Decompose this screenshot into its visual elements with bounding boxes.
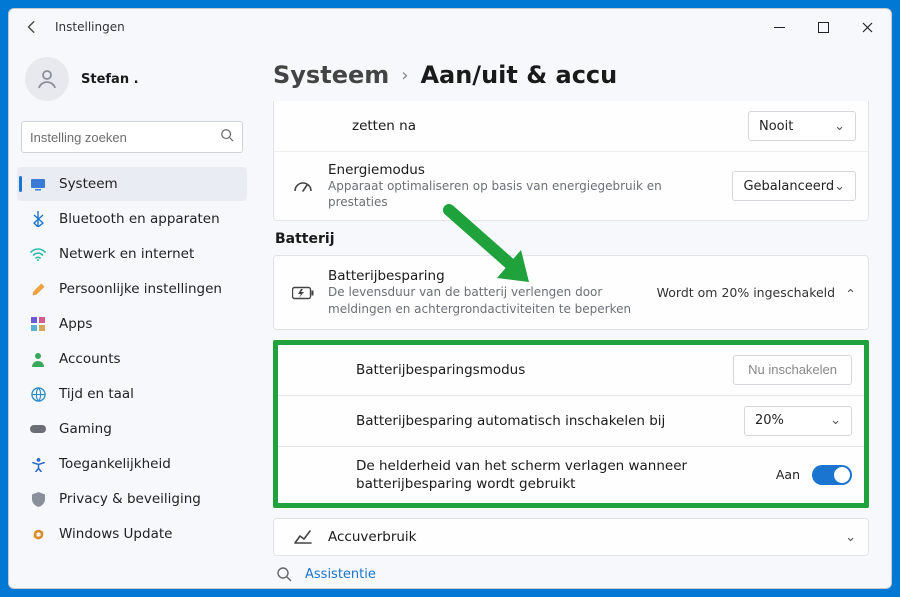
sidebar-item-label: Netwerk en internet bbox=[59, 246, 194, 262]
globe-icon bbox=[29, 385, 47, 403]
brightness-toggle[interactable] bbox=[812, 465, 852, 485]
sidebar-item-systeem[interactable]: Systeem bbox=[17, 167, 247, 201]
account-header[interactable]: Stefan . bbox=[17, 51, 247, 115]
row-label: De helderheid van het scherm verlagen wa… bbox=[356, 457, 766, 493]
sidebar-item-persoonlijk[interactable]: Persoonlijke instellingen bbox=[17, 272, 247, 306]
breadcrumb-parent[interactable]: Systeem bbox=[273, 61, 389, 89]
screen-off-dropdown[interactable]: Nooit ⌄ bbox=[748, 111, 856, 141]
card-power: zetten na Nooit ⌄ Energiemodus Appar bbox=[273, 101, 869, 221]
person-icon bbox=[29, 350, 47, 368]
row-battery-saver-auto: Batterijbesparing automatisch inschakele… bbox=[278, 395, 864, 446]
row-battery-saver-mode: Batterijbesparingsmodus Nu inschakelen bbox=[278, 345, 864, 395]
chevron-right-icon: › bbox=[401, 65, 408, 86]
sidebar-item-accounts[interactable]: Accounts bbox=[17, 342, 247, 376]
bluetooth-icon bbox=[29, 210, 47, 228]
gauge-icon bbox=[288, 179, 318, 193]
user-name: Stefan . bbox=[81, 72, 139, 87]
sidebar-item-tijd-taal[interactable]: Tijd en taal bbox=[17, 377, 247, 411]
maximize-button[interactable] bbox=[801, 11, 845, 43]
sidebar-item-label: Systeem bbox=[59, 176, 118, 192]
sidebar-item-update[interactable]: Windows Update bbox=[17, 517, 247, 551]
sidebar-item-label: Toegankelijkheid bbox=[59, 456, 171, 472]
link-assistentie[interactable]: Assistentie bbox=[275, 566, 869, 582]
update-icon bbox=[29, 525, 47, 543]
search-input[interactable] bbox=[30, 130, 220, 145]
sidebar-search[interactable] bbox=[21, 121, 243, 153]
accessibility-icon bbox=[29, 455, 47, 473]
window-controls bbox=[757, 11, 889, 43]
window-titlebar: Instellingen bbox=[9, 9, 891, 45]
close-button[interactable] bbox=[845, 11, 889, 43]
back-button[interactable] bbox=[19, 14, 45, 40]
wifi-icon bbox=[29, 245, 47, 263]
gamepad-icon bbox=[29, 420, 47, 438]
energy-mode-dropdown[interactable]: Gebalanceerd ⌄ bbox=[732, 171, 856, 201]
sidebar-item-label: Tijd en taal bbox=[59, 386, 134, 402]
row-label: Batterijbesparing bbox=[328, 268, 647, 284]
sidebar-item-label: Windows Update bbox=[59, 526, 172, 542]
sidebar-item-label: Privacy & beveiliging bbox=[59, 491, 201, 507]
dropdown-value: Gebalanceerd bbox=[743, 179, 834, 194]
row-battery-saver-brightness: De helderheid van het scherm verlagen wa… bbox=[278, 446, 864, 503]
sidebar-item-label: Persoonlijke instellingen bbox=[59, 281, 222, 297]
chevron-down-icon: ⌄ bbox=[830, 413, 841, 428]
sidebar-item-label: Gaming bbox=[59, 421, 112, 437]
link-label: Assistentie bbox=[305, 567, 376, 582]
window-title: Instellingen bbox=[55, 20, 125, 34]
section-heading-batterij: Batterij bbox=[275, 231, 869, 247]
main-content: Systeem › Aan/uit & accu zetten na Nooit… bbox=[257, 45, 891, 588]
dropdown-value: 20% bbox=[755, 413, 784, 428]
search-icon bbox=[220, 128, 234, 146]
row-label: Batterijbesparingsmodus bbox=[356, 362, 723, 378]
chart-icon bbox=[288, 530, 318, 544]
row-battery-saver[interactable]: Batterijbesparing De levensduur van de b… bbox=[274, 256, 868, 328]
card-battery-saver-details: Batterijbesparingsmodus Nu inschakelen B… bbox=[273, 340, 869, 508]
shield-icon bbox=[29, 490, 47, 508]
display-icon bbox=[29, 175, 47, 193]
sidebar-item-apps[interactable]: Apps bbox=[17, 307, 247, 341]
row-label: Batterijbesparing automatisch inschakele… bbox=[356, 413, 734, 429]
chevron-down-icon: ⌄ bbox=[834, 119, 845, 134]
row-energy-mode[interactable]: Energiemodus Apparaat optimaliseren op b… bbox=[274, 151, 868, 220]
sidebar: Stefan . Systeem Bluetooth en apparaten … bbox=[9, 45, 257, 588]
row-label: zetten na bbox=[352, 118, 738, 134]
row-screen-off[interactable]: zetten na Nooit ⌄ bbox=[274, 101, 868, 151]
sidebar-item-label: Accounts bbox=[59, 351, 121, 367]
breadcrumb: Systeem › Aan/uit & accu bbox=[273, 61, 869, 89]
toggle-state: Aan bbox=[776, 467, 800, 482]
chevron-up-icon: ⌄ bbox=[845, 285, 856, 300]
sidebar-item-privacy[interactable]: Privacy & beveiliging bbox=[17, 482, 247, 516]
battery-saver-icon bbox=[288, 286, 318, 300]
sidebar-item-gaming[interactable]: Gaming bbox=[17, 412, 247, 446]
row-label: Energiemodus bbox=[328, 162, 722, 178]
window-body: Stefan . Systeem Bluetooth en apparaten … bbox=[9, 45, 891, 588]
card-battery-saver-header: Batterijbesparing De levensduur van de b… bbox=[273, 255, 869, 329]
card-battery-usage: Accuverbruik ⌄ bbox=[273, 518, 869, 556]
help-icon bbox=[275, 566, 293, 582]
row-desc: Apparaat optimaliseren op basis van ener… bbox=[328, 178, 722, 210]
sidebar-item-netwerk[interactable]: Netwerk en internet bbox=[17, 237, 247, 271]
sidebar-item-label: Apps bbox=[59, 316, 92, 332]
sidebar-item-label: Bluetooth en apparaten bbox=[59, 211, 220, 227]
auto-threshold-dropdown[interactable]: 20% ⌄ bbox=[744, 406, 852, 436]
enable-now-button[interactable]: Nu inschakelen bbox=[733, 355, 852, 385]
sidebar-item-toegankelijkheid[interactable]: Toegankelijkheid bbox=[17, 447, 247, 481]
chevron-down-icon: ⌄ bbox=[845, 530, 856, 545]
sidebar-nav: Systeem Bluetooth en apparaten Netwerk e… bbox=[17, 167, 247, 551]
sidebar-item-bluetooth[interactable]: Bluetooth en apparaten bbox=[17, 202, 247, 236]
row-battery-usage[interactable]: Accuverbruik ⌄ bbox=[274, 519, 868, 555]
row-desc: De levensduur van de batterij verlengen … bbox=[328, 284, 647, 316]
settings-window: Instellingen Stefan . Systeem bbox=[8, 8, 892, 589]
minimize-button[interactable] bbox=[757, 11, 801, 43]
page-title: Aan/uit & accu bbox=[420, 61, 617, 89]
dropdown-value: Nooit bbox=[759, 119, 793, 134]
grid-icon bbox=[29, 315, 47, 333]
avatar bbox=[25, 57, 69, 101]
chevron-down-icon: ⌄ bbox=[834, 179, 845, 194]
footer-links: Assistentie Feedback geven bbox=[275, 566, 869, 588]
row-label: Accuverbruik bbox=[328, 529, 835, 545]
status-text: Wordt om 20% ingeschakeld bbox=[657, 285, 835, 300]
pencil-icon bbox=[29, 280, 47, 298]
